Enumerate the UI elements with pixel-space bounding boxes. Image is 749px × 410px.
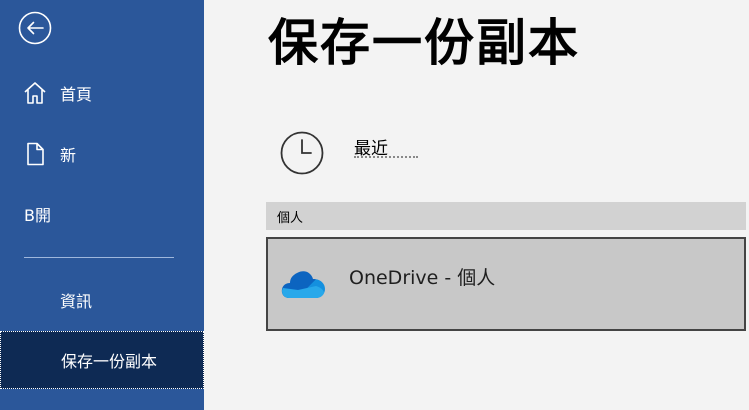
- sidebar-item-save-a-copy[interactable]: 保存一份副本: [0, 331, 204, 389]
- sidebar-item-info[interactable]: 資訊: [0, 278, 204, 322]
- sidebar-item-label: B開: [24, 206, 51, 225]
- page-title: 保存一份副本: [268, 14, 580, 72]
- sidebar-item-new[interactable]: 新: [0, 132, 204, 176]
- back-arrow-icon: [18, 11, 52, 45]
- sidebar-item-label: 資訊: [60, 292, 93, 311]
- location-label: OneDrive - 個人: [349, 267, 496, 289]
- section-header-personal: 個人: [266, 202, 746, 230]
- backstage-sidebar: 首頁 新 B開 資訊 保存一份副本: [0, 0, 204, 410]
- back-button[interactable]: [18, 11, 52, 45]
- section-header-label: 個人: [277, 210, 304, 226]
- onedrive-personal-location[interactable]: OneDrive - 個人: [266, 237, 746, 331]
- sidebar-divider: [24, 257, 174, 258]
- new-document-icon: [27, 142, 44, 166]
- recent-underline: [354, 156, 418, 158]
- sidebar-item-open[interactable]: B開: [0, 192, 204, 236]
- onedrive-cloud-icon: [281, 271, 325, 298]
- clock-icon: [280, 131, 324, 175]
- sidebar-item-label: 新: [60, 146, 77, 165]
- sidebar-item-home[interactable]: 首頁: [0, 71, 204, 115]
- sidebar-item-label: 保存一份副本: [61, 352, 158, 371]
- recent-location[interactable]: 最近: [266, 118, 666, 188]
- sidebar-item-label: 首頁: [60, 85, 93, 104]
- home-icon: [24, 82, 46, 104]
